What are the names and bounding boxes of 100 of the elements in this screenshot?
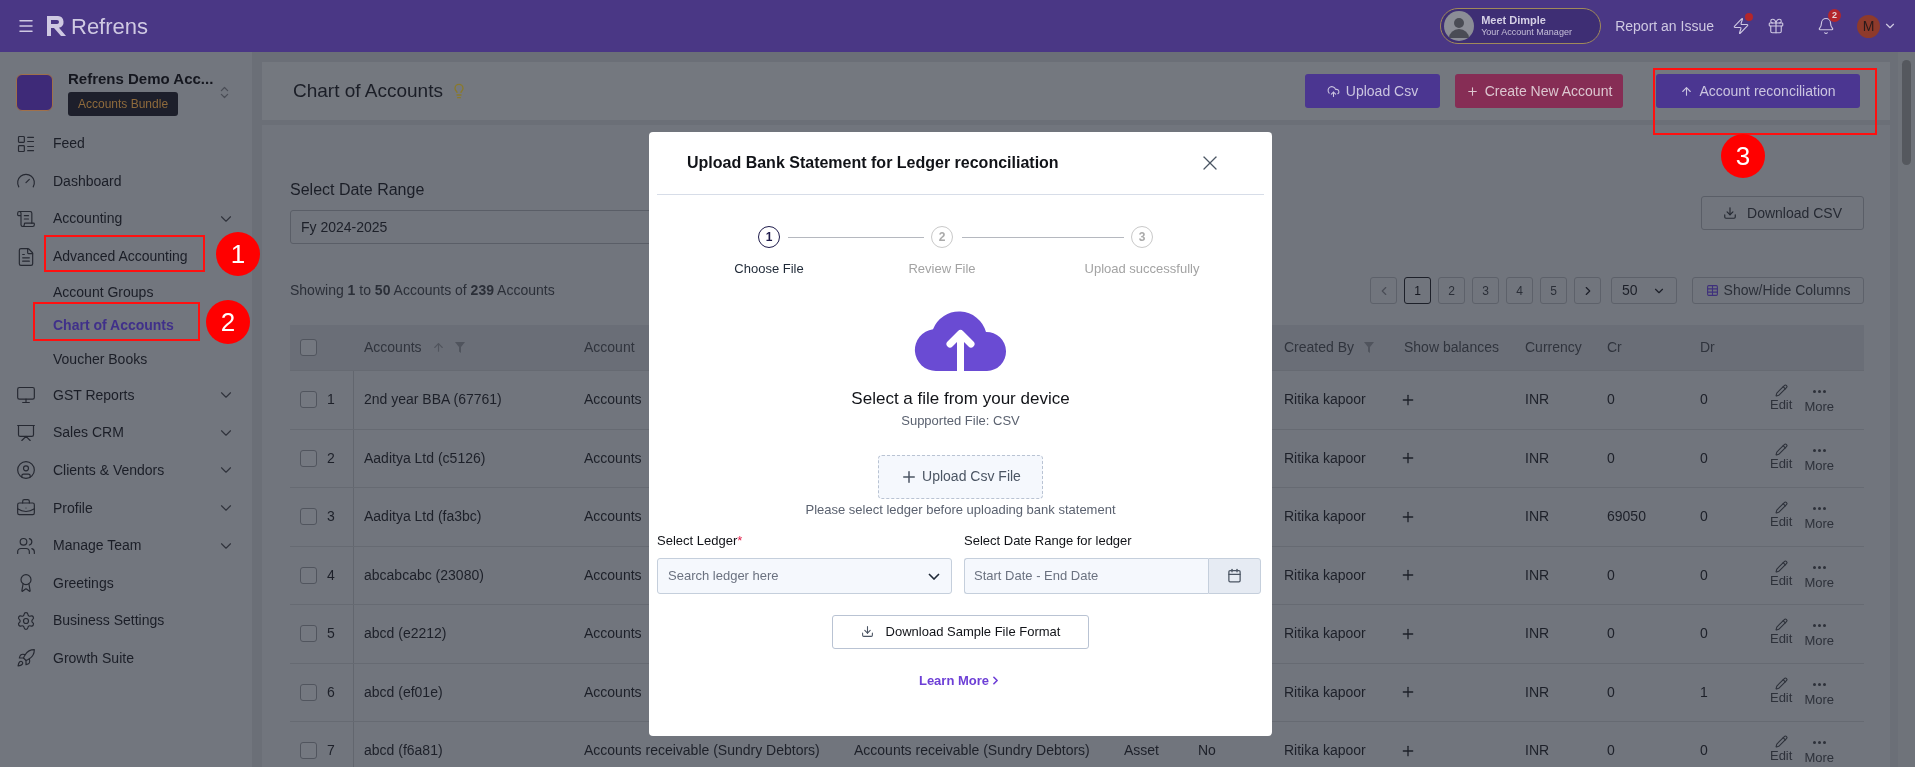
row-action-button[interactable]: Edit	[1769, 735, 1793, 767]
checkbox[interactable]	[300, 391, 317, 409]
row-number: 6	[327, 682, 335, 702]
checkbox[interactable]	[300, 683, 317, 701]
menu-icon[interactable]	[17, 17, 35, 35]
table-cell-text: Accounts receivable (Sundry Debtors)	[584, 741, 820, 761]
table-cell-text: Ritika kapoor	[1284, 507, 1366, 527]
sidebar-item[interactable]: Growth Suite	[53, 647, 134, 669]
document-icon[interactable]	[16, 246, 36, 267]
table-cell-text: Ritika kapoor	[1284, 682, 1366, 702]
page-button[interactable]: 5	[1540, 277, 1567, 304]
sidebar-item[interactable]: Manage Team	[53, 535, 142, 557]
gift-icon[interactable]	[1767, 17, 1785, 35]
sidebar-item[interactable]: Greetings	[53, 572, 114, 594]
learn-more-link[interactable]: Learn More	[918, 670, 1003, 690]
upload-prompt: Select a file from your device	[850, 387, 1071, 410]
row-action-button[interactable]: Edit	[1769, 618, 1793, 650]
more-icon	[1812, 507, 1826, 511]
header-action-button[interactable]: Upload Csv	[1305, 74, 1440, 108]
table-cell-text: Ritika kapoor	[1284, 448, 1366, 468]
row-action-button[interactable]: More	[1804, 676, 1834, 708]
chevron-down-icon[interactable]	[928, 572, 940, 580]
sidebar-item[interactable]: Profile	[53, 497, 93, 519]
page-button[interactable]: 4	[1506, 277, 1533, 304]
monitor-icon[interactable]	[16, 385, 36, 406]
table-cell-text: Aaditya Ltd (fa3bc)	[364, 507, 482, 527]
sidebar-item[interactable]: GST Reports	[53, 384, 135, 406]
sidebar-item[interactable]: Feed	[53, 133, 85, 155]
table-cell-text: 0	[1607, 624, 1615, 644]
row-action-button[interactable]: Edit	[1769, 384, 1793, 416]
row-number: 3	[327, 507, 335, 527]
list-icon[interactable]	[16, 133, 36, 154]
rocket-icon[interactable]	[16, 648, 36, 669]
checkbox[interactable]	[300, 449, 317, 467]
organization-name[interactable]: Refrens Demo Acc...	[68, 70, 214, 88]
sidebar-item[interactable]: Accounting	[53, 208, 123, 230]
row-action-button[interactable]: More	[1804, 559, 1834, 591]
table-icon	[1705, 284, 1719, 297]
settings-icon[interactable]	[16, 610, 36, 631]
download-sample-button[interactable]: Download Sample File Format	[832, 614, 1089, 649]
checkbox[interactable]	[300, 339, 317, 356]
checkbox[interactable]	[300, 742, 317, 760]
lightning-icon[interactable]	[1732, 17, 1750, 35]
table-cell-text: abcd (e2212)	[364, 624, 447, 644]
show-hide-columns-button[interactable]: Show/Hide Columns	[1692, 277, 1864, 304]
date-range-field[interactable]: Start Date - End Date	[964, 557, 1208, 594]
cloud-upload-icon	[1326, 84, 1340, 98]
download-csv-button[interactable]: Download CSV	[1701, 196, 1864, 230]
scrollbar-thumb[interactable]	[1902, 60, 1911, 165]
sidebar-subitem[interactable]: Chart of Accounts	[53, 315, 174, 337]
table-cell-text: Ritika kapoor	[1284, 741, 1366, 761]
briefcase-icon[interactable]	[16, 498, 36, 518]
row-action-button[interactable]: More	[1804, 501, 1834, 533]
upload-csv-button[interactable]: Upload Csv File	[878, 454, 1043, 499]
table-cell-text: 0	[1607, 390, 1615, 410]
row-action-button[interactable]: More	[1804, 384, 1834, 416]
pencil-icon	[1774, 559, 1788, 573]
report-issue-link[interactable]: Report an Issue	[1615, 15, 1714, 37]
filter-icon[interactable]	[1364, 342, 1375, 353]
row-action-button[interactable]: Edit	[1769, 501, 1793, 533]
page-button[interactable]: 1	[1404, 277, 1431, 304]
sidebar-subitem[interactable]: Voucher Books	[53, 349, 148, 371]
row-action-button[interactable]: Edit	[1769, 676, 1793, 708]
sort-arrow-icon[interactable]	[431, 341, 445, 354]
presentation-icon[interactable]	[16, 422, 36, 443]
account-manager-pill[interactable]: Meet Dimple Your Account Manager	[1440, 8, 1602, 44]
user-avatar[interactable]: M	[1857, 14, 1880, 38]
sidebar-item[interactable]: Advanced Accounting	[53, 246, 188, 268]
checkbox[interactable]	[300, 508, 317, 526]
row-action-button[interactable]: Edit	[1769, 442, 1793, 474]
row-action-button[interactable]: More	[1804, 442, 1834, 474]
row-action-button[interactable]: More	[1804, 735, 1834, 767]
header-action-button[interactable]: Create New Account	[1455, 74, 1623, 108]
header-action-button[interactable]: Account reconciliation	[1656, 74, 1860, 108]
page-button[interactable]: 3	[1472, 277, 1499, 304]
page-button[interactable]: 2	[1438, 277, 1465, 304]
ledger-select[interactable]: Search ledger here	[657, 557, 952, 594]
pencil-icon	[1774, 442, 1788, 456]
page-size-select[interactable]: 50	[1611, 277, 1677, 304]
sidebar-subitem[interactable]: Account Groups	[53, 281, 154, 303]
next-page-button[interactable]	[1574, 277, 1601, 304]
sidebar-item[interactable]: Sales CRM	[53, 422, 124, 444]
table-cell-text: Accounts	[584, 507, 642, 527]
filter-icon[interactable]	[454, 342, 465, 353]
document-icon[interactable]	[16, 209, 36, 229]
logo-icon[interactable]	[45, 14, 67, 38]
user-circle-icon[interactable]	[16, 460, 36, 481]
team-icon[interactable]	[16, 535, 36, 556]
sidebar-item[interactable]: Business Settings	[53, 610, 165, 632]
calendar-button[interactable]	[1208, 557, 1261, 594]
scrollbar[interactable]	[1898, 52, 1915, 767]
bell-icon[interactable]	[1817, 17, 1835, 35]
table-cell-text: 0	[1700, 565, 1708, 585]
checkbox[interactable]	[300, 566, 317, 584]
row-action-button[interactable]: More	[1804, 618, 1834, 650]
checkbox[interactable]	[300, 625, 317, 643]
row-action-button[interactable]: Edit	[1769, 559, 1793, 591]
sidebar-item[interactable]: Clients & Vendors	[53, 459, 165, 481]
sidebar-item[interactable]: Dashboard	[53, 170, 122, 192]
table-cell-text: 0	[1607, 741, 1615, 761]
